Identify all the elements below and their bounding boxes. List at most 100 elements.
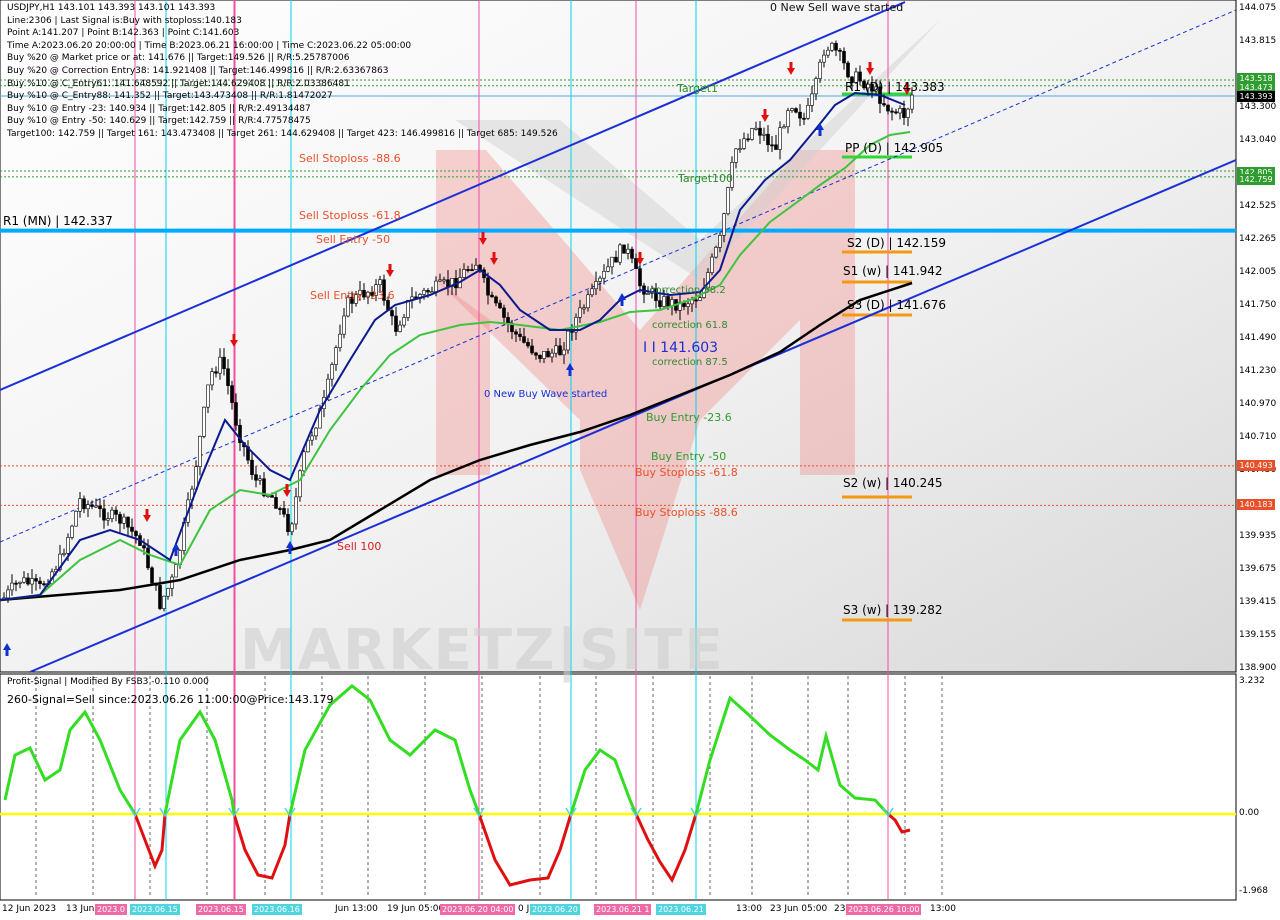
target-100-label: Target100 [678, 172, 734, 185]
candle-body [722, 213, 726, 236]
candle-body [698, 297, 702, 301]
candle-body [626, 248, 630, 254]
time-label: 23 Jun 05:00 [770, 904, 828, 914]
candle-body [302, 451, 306, 472]
correction-382-label: correction 38.2 [650, 285, 726, 296]
candle-body [14, 582, 18, 585]
candle-body [806, 105, 810, 119]
header-line: Target100: 142.759 || Target 161: 143.47… [7, 129, 558, 139]
candle-body [18, 581, 22, 584]
time-pill: 2023.06.21 1 [594, 904, 652, 915]
candle-body [126, 516, 130, 528]
candle-body [578, 307, 582, 318]
s1-w-label: S1 (w) | 141.942 [843, 264, 943, 278]
candle-body [746, 138, 750, 141]
candle-body [754, 127, 758, 130]
price-axis-label: 139.675 [1239, 564, 1277, 575]
price-axis-label: 139.155 [1239, 630, 1277, 641]
r1-mn-label: R1 (MN) | 142.337 [3, 214, 113, 228]
candle-body [486, 277, 490, 296]
chart-window: USDJPY,H1 143.101 143.393 143.101 143.39… [0, 0, 1280, 920]
candle-body [474, 264, 478, 270]
new-buy-wave-label: 0 New Buy Wave started [484, 389, 608, 400]
header-line: Line:2306 | Last Signal is:Buy with stop… [7, 15, 242, 26]
price-axis-label: 143.815 [1239, 36, 1277, 47]
candle-body [886, 104, 890, 112]
candle-body [742, 138, 746, 149]
candle-body [618, 244, 622, 263]
time-label: 13:00 [736, 904, 762, 914]
candle-body [910, 94, 914, 110]
buy-entry-236-label: Buy Entry -23.6 [646, 411, 732, 424]
candle-body [378, 279, 382, 285]
candle-body [150, 567, 154, 584]
price-axis-label: 142.005 [1239, 267, 1277, 277]
candle-body [310, 435, 314, 441]
candle-body [42, 583, 46, 586]
candle-body [838, 49, 842, 52]
buy-entry-50-label: Buy Entry -50 [651, 450, 727, 463]
candle-body [314, 427, 318, 437]
time-pill: 2023.06.20 [530, 904, 580, 915]
candle-body [610, 256, 614, 268]
candle-body [86, 504, 90, 510]
candle-body [606, 266, 610, 272]
candle-body [726, 187, 730, 215]
candle-body [898, 107, 902, 114]
candle-body [38, 580, 42, 584]
candle-body [82, 498, 86, 510]
candle-body [538, 354, 542, 359]
candle-body [10, 582, 14, 591]
candle-body [526, 342, 530, 347]
candle-body [802, 117, 806, 120]
candle-body [394, 315, 398, 332]
price-axis-label: 138.900 [1239, 663, 1277, 673]
candle-body [94, 505, 98, 508]
candle-body [146, 547, 150, 569]
candle-body [218, 356, 222, 374]
candle-body [234, 402, 238, 426]
indicator-signal-text: 260-Signal=Sell since:2023.06.26 11:00:0… [7, 693, 334, 706]
time-pill: 2023.06.20 04:00 [440, 904, 516, 915]
s3-d-label: S3 (D) | 141.676 [847, 298, 946, 312]
candle-body [902, 107, 906, 118]
candle-body [402, 317, 406, 326]
price-box: 142.759 [1237, 174, 1275, 185]
candle-body [778, 127, 782, 150]
s2-d-label: S2 (D) | 142.159 [847, 236, 946, 250]
candle-body [594, 281, 598, 290]
candle-body [630, 248, 634, 259]
buy-stoploss-886-label: Buy Stoploss -88.6 [635, 506, 738, 519]
candle-body [30, 578, 34, 585]
candle-body [286, 513, 290, 533]
candle-body [338, 333, 342, 348]
candle-body [534, 352, 538, 356]
price-axis-label: 139.935 [1239, 531, 1277, 541]
candle-body [134, 531, 138, 536]
header-line: Buy %10 @ C_Entry61: 141.648592 || Targe… [7, 78, 350, 89]
candle-body [278, 508, 282, 510]
time-pill: 2023.06.21 [656, 904, 706, 915]
candle-body [202, 406, 206, 437]
candle-body [906, 108, 910, 118]
candle-body [738, 148, 742, 151]
candle-body [174, 564, 178, 578]
candle-body [506, 317, 510, 324]
candle-body [554, 345, 558, 354]
candle-body [250, 459, 254, 475]
sell-stoploss-886-label: Sell Stoploss -88.6 [299, 152, 401, 165]
candle-body [846, 62, 850, 78]
candle-body [390, 310, 394, 317]
candle-body [602, 271, 606, 279]
candle-body [842, 51, 846, 64]
candle-body [570, 330, 574, 333]
candle-body [546, 351, 550, 358]
candle-body [210, 371, 214, 386]
indicator-axis-min: -1.968 [1239, 886, 1269, 896]
candle-body [734, 148, 738, 163]
header-line: Buy %10 @ Entry -23: 140.934 || Target:1… [7, 103, 311, 114]
candle-body [718, 235, 722, 248]
candle-body [78, 498, 82, 512]
candle-body [514, 331, 518, 335]
price-axis-label: 142.525 [1239, 200, 1277, 211]
